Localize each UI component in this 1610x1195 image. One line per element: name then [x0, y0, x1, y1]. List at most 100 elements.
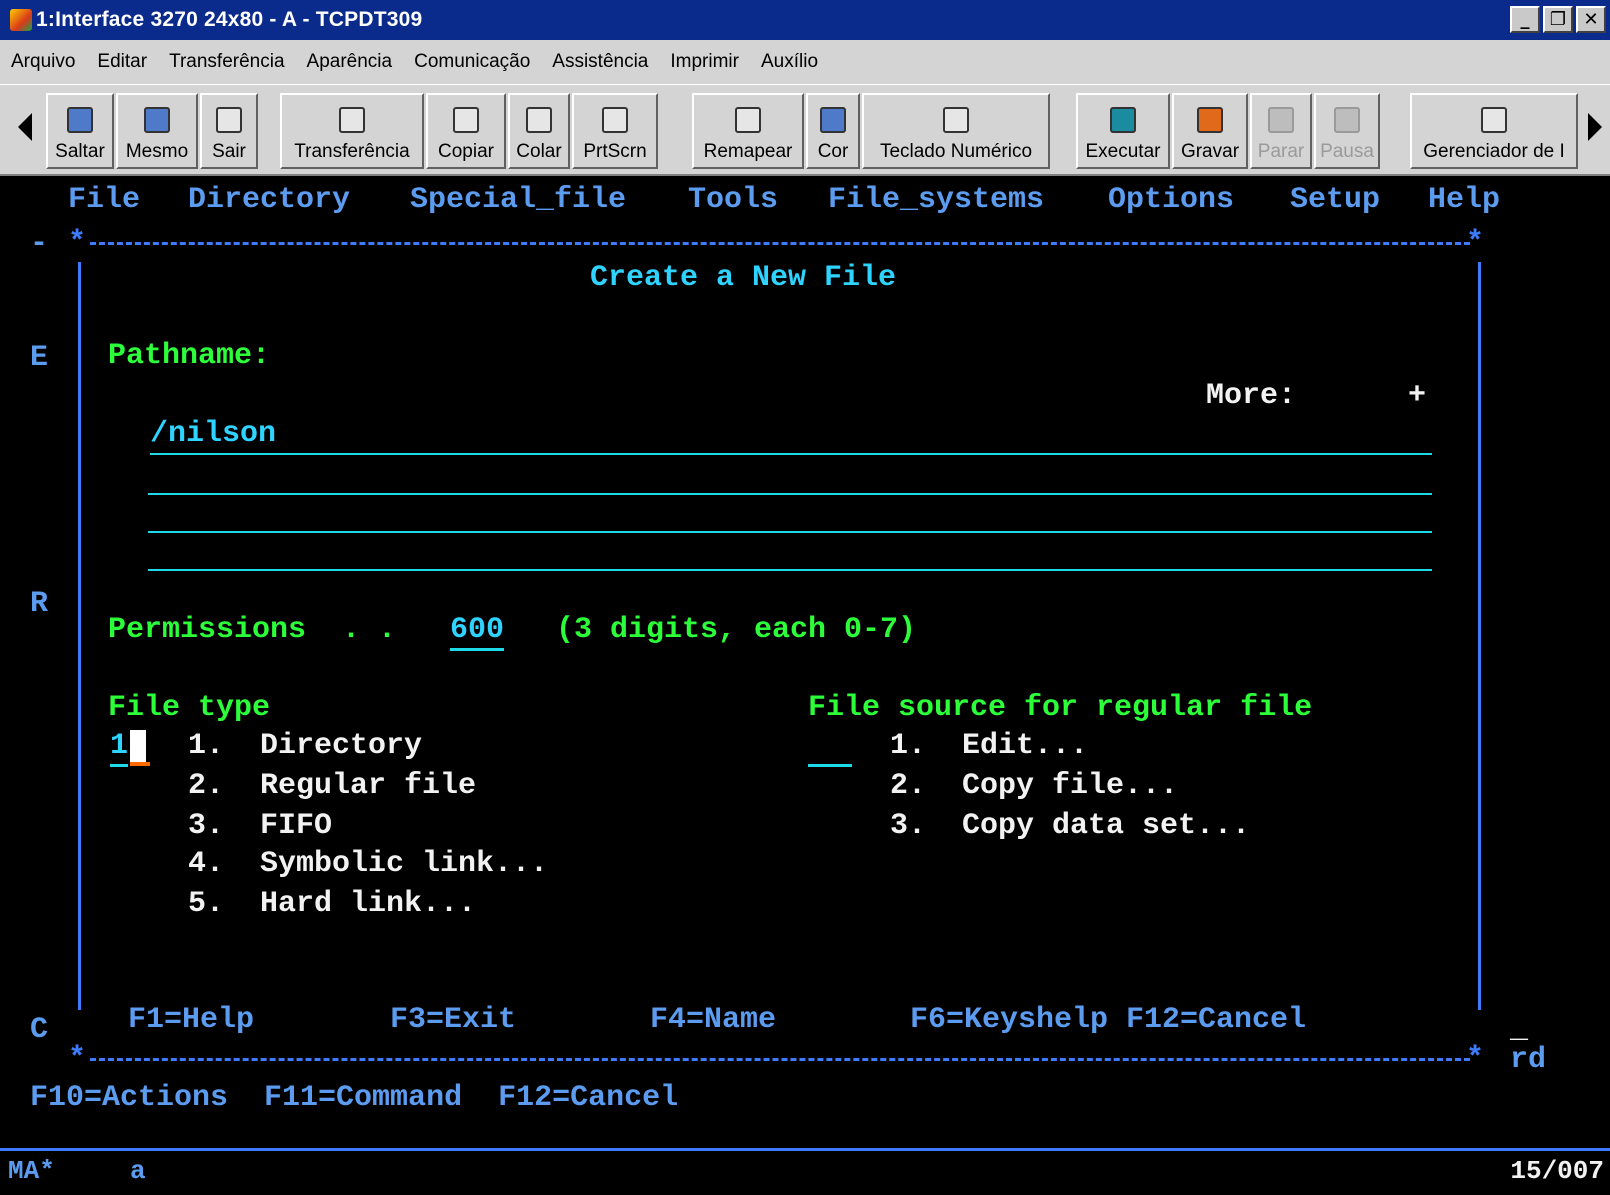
- dialog-fkey-name[interactable]: F4=Name: [650, 1002, 776, 1038]
- menu-transferencia[interactable]: Transferência: [158, 51, 295, 73]
- border-corner-icon: *: [1466, 1042, 1485, 1076]
- text-cursor: [130, 730, 146, 762]
- file-type-option: 5. Hard link...: [188, 887, 477, 921]
- dialog-fkey-help[interactable]: F1=Help: [128, 1002, 254, 1038]
- cursor-underline: [130, 762, 150, 766]
- minimize-button[interactable]: _: [1510, 6, 1540, 33]
- left-margin-c: C: [30, 1013, 49, 1047]
- copy-icon: [453, 107, 479, 133]
- menu-bar: Arquivo Editar Transferência Aparência C…: [0, 40, 1610, 84]
- menu-comunicacao[interactable]: Comunicação: [403, 51, 541, 73]
- status-bar: MA* a 15/007: [0, 1148, 1610, 1195]
- toolbar: Saltar Mesmo Sair Transferência Copiar C…: [0, 84, 1610, 176]
- paste-button[interactable]: Colar: [508, 93, 570, 169]
- right-fragment-rd: rd: [1510, 1043, 1547, 1077]
- border-corner-icon: *: [68, 226, 87, 260]
- left-margin-dash: -: [30, 227, 49, 261]
- term-menu-setup[interactable]: Setup: [1290, 182, 1380, 218]
- left-margin-e: E: [30, 341, 49, 375]
- term-menu-directory[interactable]: Directory: [188, 182, 350, 218]
- menu-editar[interactable]: Editar: [86, 51, 158, 73]
- transfer-icon: [339, 107, 365, 133]
- term-menu-help[interactable]: Help: [1428, 182, 1500, 218]
- file-source-option: 2. Copy file...: [890, 769, 1179, 803]
- close-button[interactable]: ✕: [1576, 6, 1606, 33]
- left-margin-r: R: [30, 587, 49, 621]
- permissions-input[interactable]: 600: [450, 612, 505, 651]
- file-type-label: File type: [108, 691, 271, 725]
- term-menu-special-file[interactable]: Special_file: [410, 182, 626, 218]
- menu-auxilio[interactable]: Auxílio: [750, 51, 829, 73]
- manager-button[interactable]: Gerenciador de I: [1410, 93, 1578, 169]
- file-type-option: 2. Regular file: [188, 769, 477, 803]
- window-title: 1:Interface 3270 24x80 - A - TCPDT309: [36, 8, 423, 31]
- numeric-keypad-button[interactable]: Teclado Numérico: [862, 93, 1050, 169]
- pathname-label: Pathname:: [108, 339, 271, 373]
- terminal-screen[interactable]: File Directory Special_file Tools File_s…: [0, 176, 1610, 1148]
- permissions-label: Permissions . .: [108, 613, 397, 647]
- dialog-border-right: [1478, 262, 1481, 1010]
- run-icon: [1110, 107, 1136, 133]
- file-type-input[interactable]: 1: [110, 728, 129, 767]
- exit-button[interactable]: Sair: [200, 93, 258, 169]
- dialog-fkey-exit[interactable]: F3=Exit: [390, 1002, 516, 1038]
- same-button[interactable]: Mesmo: [116, 93, 198, 169]
- jump-button[interactable]: Saltar: [46, 93, 114, 169]
- pause-button[interactable]: Pausa: [1314, 93, 1380, 169]
- paste-icon: [526, 107, 552, 133]
- menu-imprimir[interactable]: Imprimir: [659, 51, 750, 73]
- jump-icon: [67, 107, 93, 133]
- dialog-border-bottom: [90, 1058, 1470, 1061]
- pathname-input[interactable]: /nilson: [150, 416, 276, 452]
- pathname-line-3[interactable]: [148, 531, 1432, 533]
- record-button[interactable]: Gravar: [1172, 93, 1248, 169]
- dialog-title: Create a New File: [590, 261, 897, 295]
- pathname-line-1[interactable]: [150, 453, 1432, 455]
- scroll-right-icon[interactable]: [1588, 113, 1602, 141]
- menu-arquivo[interactable]: Arquivo: [0, 51, 86, 73]
- app-icon: [10, 9, 32, 31]
- pathname-line-2[interactable]: [148, 493, 1432, 495]
- maximize-button[interactable]: ❐: [1543, 6, 1573, 33]
- title-bar: 1:Interface 3270 24x80 - A - TCPDT309 _ …: [0, 0, 1610, 40]
- term-menu-file[interactable]: File: [68, 182, 140, 218]
- stop-button[interactable]: Parar: [1250, 93, 1312, 169]
- color-icon: [820, 107, 846, 133]
- term-menu-tools[interactable]: Tools: [688, 182, 778, 218]
- scroll-left-icon[interactable]: [18, 113, 32, 141]
- remap-icon: [735, 107, 761, 133]
- term-menu-file-systems[interactable]: File_systems: [828, 182, 1044, 218]
- border-corner-icon: *: [68, 1042, 87, 1076]
- keypad-icon: [943, 107, 969, 133]
- more-label: More:: [1206, 379, 1297, 413]
- file-type-option: 1. Directory: [188, 729, 423, 763]
- copy-button[interactable]: Copiar: [426, 93, 506, 169]
- dialog-border-left: [78, 262, 81, 1010]
- pathname-line-4[interactable]: [148, 569, 1432, 571]
- file-source-option: 1. Edit...: [890, 729, 1089, 763]
- run-button[interactable]: Executar: [1076, 93, 1170, 169]
- cursor-position: 15/007: [1510, 1156, 1604, 1186]
- term-menu-options[interactable]: Options: [1108, 182, 1234, 218]
- border-corner-icon: *: [1466, 226, 1485, 260]
- menu-aparencia[interactable]: Aparência: [296, 51, 404, 73]
- file-source-label: File source for regular file: [808, 691, 1313, 725]
- print-screen-icon: [602, 107, 628, 133]
- status-indicator: MA*: [8, 1156, 55, 1186]
- menu-assistencia[interactable]: Assistência: [541, 51, 659, 73]
- file-source-option: 3. Copy data set...: [890, 809, 1251, 843]
- transfer-button[interactable]: Transferência: [280, 93, 424, 169]
- remap-button[interactable]: Remapear: [692, 93, 804, 169]
- permissions-hint: (3 digits, each 0-7): [556, 613, 917, 647]
- print-screen-button[interactable]: PrtScrn: [572, 93, 658, 169]
- file-source-input[interactable]: [808, 764, 852, 767]
- file-type-option: 3. FIFO: [188, 809, 333, 843]
- record-icon: [1197, 107, 1223, 133]
- dialog-border-top: [90, 242, 1470, 245]
- bottom-function-keys[interactable]: F10=Actions F11=Command F12=Cancel: [30, 1080, 678, 1116]
- color-button[interactable]: Cor: [806, 93, 860, 169]
- pause-icon: [1334, 107, 1360, 133]
- status-mode: a: [130, 1156, 146, 1186]
- file-type-option: 4. Symbolic link...: [188, 847, 549, 881]
- dialog-fkey-keyshelp-cancel[interactable]: F6=Keyshelp F12=Cancel: [910, 1002, 1306, 1038]
